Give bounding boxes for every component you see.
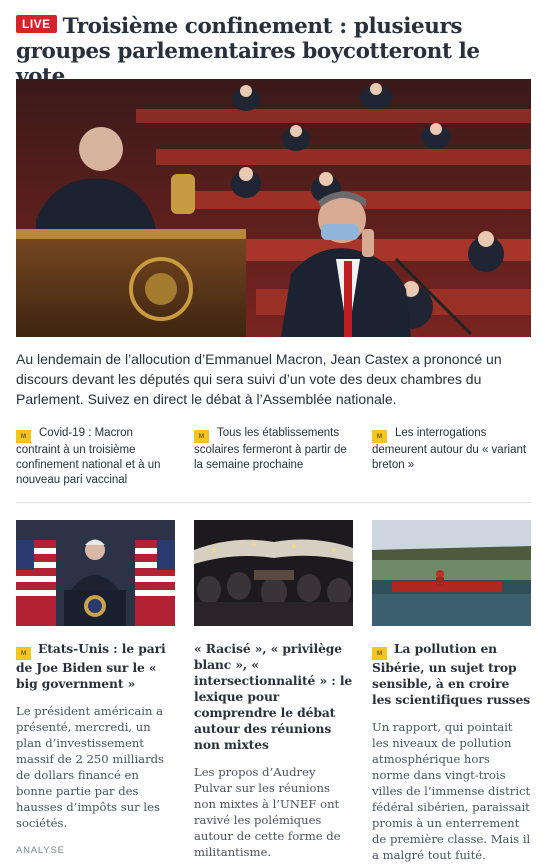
- card-title-text[interactable]: La pollution en Sibérie, un sujet trop s…: [372, 641, 530, 707]
- related-link-schools[interactable]: M Tous les établissements scolaires ferme…: [194, 426, 354, 473]
- main-headline-text[interactable]: Troisième confinement : plusieurs groupe…: [16, 14, 480, 89]
- article-card-siberie[interactable]: M La pollution en Sibérie, un sujet trop …: [372, 520, 531, 863]
- related-link-covid-macron[interactable]: M Covid-19 : Macron contraint à un troisi…: [16, 426, 166, 488]
- card-photo-biden[interactable]: [16, 520, 175, 626]
- main-photo[interactable]: [16, 79, 531, 337]
- card-photo-siberia[interactable]: [372, 520, 531, 626]
- related-link-label[interactable]: Covid-19 : Macron contraint à un troisiè…: [16, 427, 161, 486]
- live-badge: LIVE: [16, 15, 57, 33]
- le-monde-badge-icon: M: [372, 647, 387, 660]
- card-title[interactable]: M Etats-Unis : le pari de Joe Biden sur l…: [16, 641, 175, 692]
- article-card-biden[interactable]: M Etats-Unis : le pari de Joe Biden sur l…: [16, 520, 175, 856]
- le-monde-badge-icon: M: [372, 430, 387, 443]
- card-tag-analyse: ANALYSE: [16, 845, 65, 856]
- le-monde-badge-icon: M: [16, 647, 31, 660]
- divider: [16, 502, 531, 503]
- card-description: Les propos d’Audrey Pulvar sur les réuni…: [194, 765, 341, 859]
- card-photo-meeting[interactable]: [194, 520, 353, 626]
- card-description: Le président américain a présenté, mercr…: [16, 704, 164, 830]
- card-title-text[interactable]: Etats-Unis : le pari de Joe Biden sur le…: [16, 641, 166, 691]
- main-headline[interactable]: LIVE Troisième confinement : plusieurs gr…: [16, 14, 531, 89]
- card-title[interactable]: « Racisé », « privilège blanc », « inter…: [194, 641, 353, 753]
- le-monde-badge-icon: M: [16, 430, 31, 443]
- related-link-variant[interactable]: M Les interrogations demeurent autour du …: [372, 426, 531, 473]
- related-link-label[interactable]: Les interrogations demeurent autour du «…: [372, 427, 526, 471]
- related-links: M Covid-19 : Macron contraint à un troisi…: [16, 426, 531, 486]
- card-description: Un rapport, qui pointait les niveaux de …: [372, 720, 531, 862]
- card-title[interactable]: M La pollution en Sibérie, un sujet trop …: [372, 641, 531, 708]
- related-link-label[interactable]: Tous les établissements scolaires fermer…: [194, 427, 347, 471]
- le-monde-badge-icon: M: [194, 430, 209, 443]
- main-lede: Au lendemain de l’allocution d’Emmanuel …: [16, 351, 502, 407]
- article-card-lexique[interactable]: « Racisé », « privilège blanc », « inter…: [194, 520, 353, 860]
